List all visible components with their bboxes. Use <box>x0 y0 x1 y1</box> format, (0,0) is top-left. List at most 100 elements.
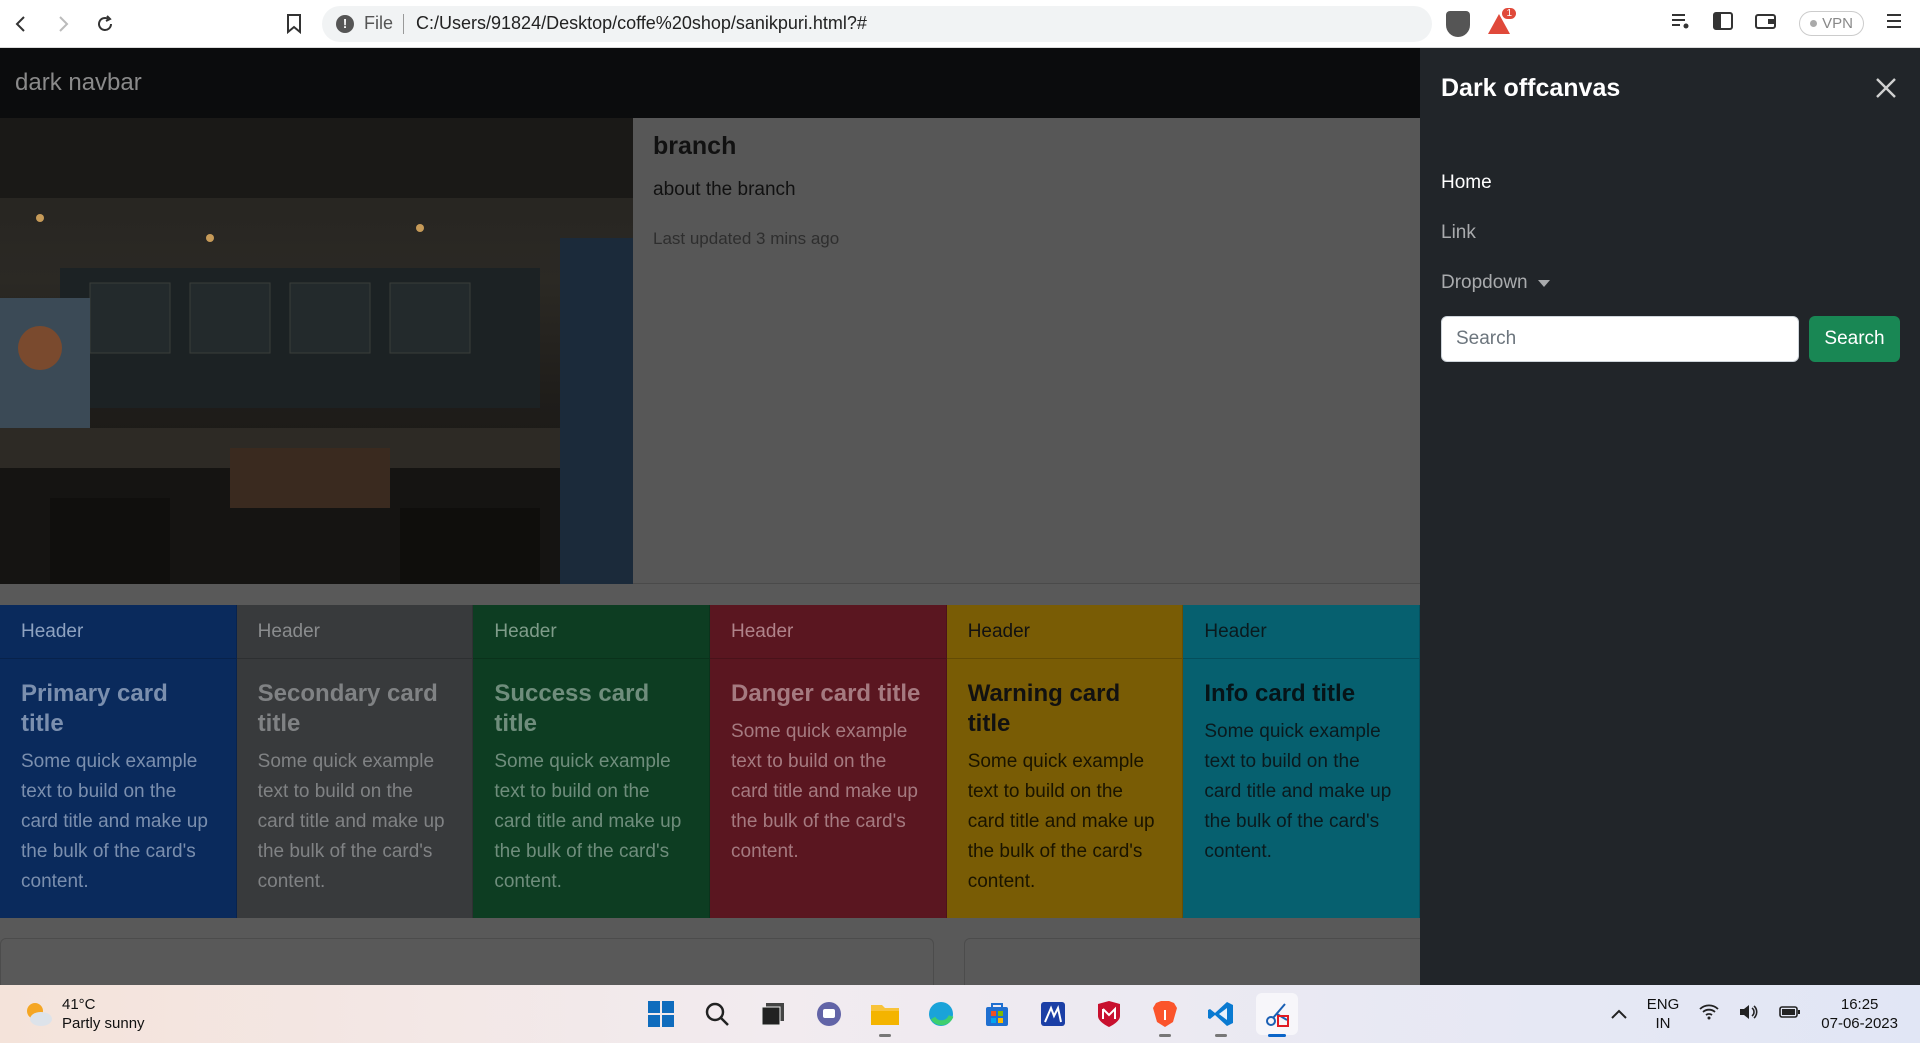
vpn-label: VPN <box>1822 15 1853 32</box>
forward-button[interactable] <box>42 3 84 45</box>
menu-icon[interactable] <box>1886 12 1902 35</box>
weather-description: Partly sunny <box>62 1015 145 1032</box>
card-text: Some quick example text to build on the … <box>257 751 445 892</box>
app-icon <box>1041 1002 1065 1026</box>
bottom-card-left <box>0 938 934 985</box>
success-card: Header Success card title Some quick exa… <box>473 605 711 918</box>
weather-widget[interactable]: 41°C Partly sunny <box>22 995 145 1033</box>
branch-updated-text: Last updated 3 mins ago <box>653 229 840 248</box>
wallet-icon[interactable] <box>1755 12 1777 36</box>
search-icon <box>705 1002 729 1026</box>
edge-button[interactable] <box>920 993 962 1035</box>
region-code: IN <box>1655 1015 1671 1032</box>
caret-down-icon <box>1537 279 1550 287</box>
file-explorer-button[interactable] <box>864 993 906 1037</box>
offcanvas-nav: Home Link Dropdown <box>1441 158 1550 308</box>
card-text: Some quick example text to build on the … <box>731 721 918 862</box>
card-header: Header <box>473 605 710 659</box>
card-text: Some quick example text to build on the … <box>21 751 208 892</box>
branch-card: branch about the branch Last updated 3 m… <box>0 118 1420 584</box>
teams-chat-icon <box>817 1002 841 1026</box>
brave-button[interactable] <box>1144 993 1186 1037</box>
search-form: Search <box>1441 316 1900 362</box>
date: 07-06-2023 <box>1821 1015 1898 1032</box>
store-button[interactable] <box>976 993 1018 1035</box>
address-bar[interactable]: ! File C:/Users/91824/Desktop/coffe%20sh… <box>322 5 1432 42</box>
nav-link-home[interactable]: Home <box>1441 158 1550 208</box>
nav-dropdown-toggle[interactable]: Dropdown <box>1441 258 1550 308</box>
card-title: Primary card title <box>21 680 168 737</box>
color-cards-row: Header Primary card title Some quick exa… <box>0 605 1420 918</box>
edge-icon <box>929 1002 954 1026</box>
task-view-icon <box>761 1003 784 1026</box>
volume-icon[interactable] <box>1739 1004 1759 1024</box>
url-text[interactable]: C:/Users/91824/Desktop/coffe%20shop/sani… <box>416 13 867 34</box>
dark-offcanvas: Dark offcanvas Home Link Dropdown Search <box>1420 48 1920 985</box>
start-icon <box>648 1001 674 1027</box>
card-header: Header <box>0 605 236 659</box>
back-button[interactable] <box>0 3 42 45</box>
warning-card: Header Warning card title Some quick exa… <box>946 605 1184 918</box>
close-button[interactable] <box>1870 72 1902 104</box>
bottom-cards <box>0 938 1420 985</box>
input-language[interactable]: ENG IN <box>1647 995 1680 1033</box>
card-text: Some quick example text to build on the … <box>494 751 682 892</box>
primary-card: Header Primary card title Some quick exa… <box>0 605 237 918</box>
battery-icon[interactable] <box>1779 1005 1801 1023</box>
forward-arrow-icon <box>59 15 69 32</box>
file-explorer-icon <box>871 1005 899 1025</box>
card-header: Header <box>710 605 946 659</box>
address-separator <box>403 13 405 34</box>
search-taskbar-button[interactable] <box>696 993 738 1035</box>
system-tray: ENG IN 16:25 07-06-2023 <box>1611 995 1898 1033</box>
offcanvas-title: Dark offcanvas <box>1441 74 1621 102</box>
sidebar-toggle-icon[interactable] <box>1713 11 1734 36</box>
reload-button[interactable] <box>84 3 126 45</box>
chevron-up-icon[interactable] <box>1611 1006 1627 1023</box>
start-button[interactable] <box>640 993 682 1035</box>
card-title: Secondary card title <box>257 680 438 737</box>
vpn-status-dot <box>1810 20 1818 27</box>
navbar-brand[interactable]: dark navbar <box>15 69 142 97</box>
running-indicator <box>1268 1034 1286 1037</box>
windows-taskbar: 41°C Partly sunny ENG IN 16:25 07-06-202… <box>0 985 1920 1043</box>
clock[interactable]: 16:25 07-06-2023 <box>1821 995 1898 1033</box>
vscode-button[interactable] <box>1200 993 1242 1037</box>
partly-sunny-icon <box>22 998 54 1030</box>
card-title: Warning card title <box>967 680 1121 737</box>
card-header: Header <box>946 605 1183 659</box>
vpn-button[interactable]: VPN <box>1799 11 1864 36</box>
vscode-icon <box>1208 1002 1233 1026</box>
card-title: Danger card title <box>731 680 921 707</box>
task-view-button[interactable] <box>752 993 794 1035</box>
nav-link-label: Dropdown <box>1441 272 1528 293</box>
search-input[interactable] <box>1441 316 1799 362</box>
card-text: Some quick example text to build on the … <box>967 751 1155 892</box>
nav-link-link[interactable]: Link <box>1441 208 1550 258</box>
running-indicator <box>1215 1034 1227 1037</box>
mcafee-button[interactable] <box>1088 993 1130 1035</box>
reload-icon <box>98 14 112 31</box>
wifi-icon[interactable] <box>1699 1004 1719 1024</box>
app-button[interactable] <box>1032 993 1074 1035</box>
store-icon <box>986 1003 1008 1026</box>
brave-shield-icon[interactable] <box>1446 10 1470 37</box>
branch-description: about the branch <box>653 179 796 200</box>
site-info-icon[interactable]: ! <box>336 14 354 33</box>
info-card: Header Info card title Some quick exampl… <box>1183 605 1420 918</box>
brave-rewards-icon[interactable]: 1 <box>1486 7 1516 36</box>
cafe-interior-image <box>0 118 633 584</box>
search-button[interactable]: Search <box>1809 316 1900 362</box>
secondary-card: Header Secondary card title Some quick e… <box>236 605 474 918</box>
bottom-card-right <box>964 938 1420 985</box>
mcafee-icon <box>1098 1001 1120 1027</box>
bookmark-button[interactable] <box>276 6 312 42</box>
taskbar-apps <box>640 993 1298 1037</box>
playlist-icon[interactable] <box>1671 12 1691 36</box>
nav-link-label: Home <box>1441 172 1492 193</box>
snipping-tool-button[interactable] <box>1256 993 1298 1037</box>
dark-navbar: dark navbar <box>0 48 1420 118</box>
card-header: Header <box>1183 605 1420 659</box>
running-indicator <box>1159 1034 1171 1037</box>
teams-chat-button[interactable] <box>808 993 850 1035</box>
